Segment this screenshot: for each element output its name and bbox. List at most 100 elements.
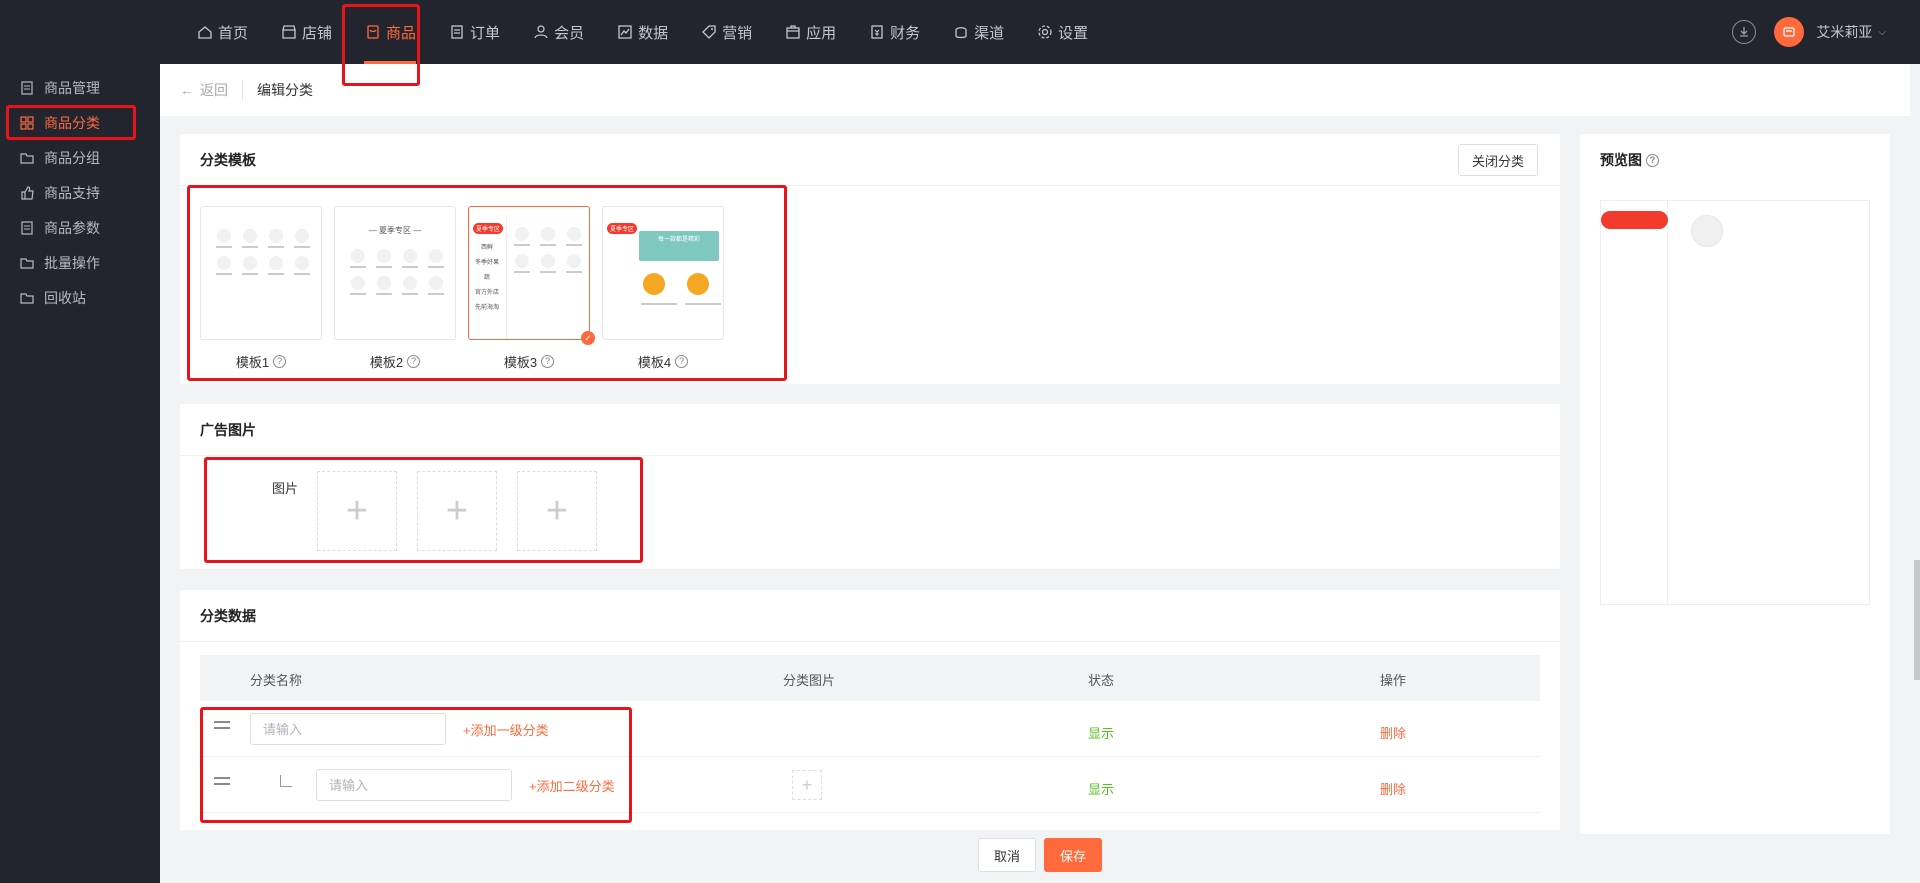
help-icon[interactable]: ? (675, 355, 689, 368)
page-scrollbar[interactable] (1914, 560, 1920, 680)
arrow-left-icon: ← (180, 82, 194, 98)
nav-item-label: 店铺 (302, 24, 333, 42)
category-name-input[interactable] (250, 713, 446, 745)
doc-icon (20, 80, 34, 95)
drag-handle-icon[interactable] (214, 777, 230, 789)
template-option-2[interactable]: — 夏季专区 — 模板2? (334, 206, 456, 371)
template-option-4[interactable]: 夏季专区 每一款都是精彩 模板4? (602, 206, 724, 371)
sidebar-item-label: 商品参数 (44, 219, 100, 236)
sidebar-item-label: 回收站 (44, 289, 86, 306)
thumb-tag: 夏季专区 (473, 223, 504, 234)
user-area: 艾米莉亚 ⌵ (1732, 0, 1886, 64)
chart-icon (616, 23, 634, 41)
preview-active-tab (1601, 211, 1668, 229)
column-header: 操作 (1380, 673, 1407, 688)
status-text[interactable]: 显示 (1088, 723, 1114, 742)
template-thumbnail[interactable]: 夏季专区 西鲜 冬季好果蔬 官方外店 先前海淘 ✓ (468, 206, 595, 345)
tag-icon (700, 23, 718, 41)
nav-item-5[interactable]: 数据 (600, 0, 684, 64)
help-icon[interactable]: ? (407, 355, 421, 368)
page-title: 编辑分类 (257, 82, 313, 98)
sidebar-item-label: 商品支持 (44, 184, 100, 201)
back-button[interactable]: ← 返回 (180, 80, 243, 100)
chevron-down-icon[interactable]: ⌵ (1878, 27, 1886, 38)
top-nav-bar: 首页 店铺 商品 订单 会员 数据 营销 应用 财务 渠道 设置 艾米莉亚 ⌵ (0, 0, 1920, 64)
download-icon[interactable] (1732, 20, 1757, 44)
delete-link[interactable]: 删除 (1380, 779, 1406, 798)
check-icon: ✓ (581, 331, 595, 345)
table-row: +添加二级分类 + 显示 删除 (200, 757, 1540, 813)
column-header: 分类图片 (783, 673, 836, 688)
order-icon (448, 23, 466, 41)
template-thumbnail[interactable]: 夏季专区 每一款都是精彩 (602, 206, 724, 340)
thumb-icon-grid (509, 227, 587, 273)
nav-item-7[interactable]: 应用 (768, 0, 852, 64)
nav-item-3[interactable]: 订单 (432, 0, 516, 64)
nav-item-10[interactable]: 设置 (1020, 0, 1104, 64)
sidebar-item-label: 商品分类 (44, 114, 100, 131)
sidebar-item-4[interactable]: 商品参数 (0, 210, 160, 245)
username[interactable]: 艾米莉亚 (1816, 22, 1872, 42)
sidebar-item-6[interactable]: 回收站 (0, 280, 160, 315)
upload-category-image-button[interactable]: + (792, 770, 822, 800)
breadcrumb: ← 返回 编辑分类 (160, 64, 1910, 116)
sidebar-item-3[interactable]: 商品支持 (0, 175, 160, 210)
avatar[interactable] (1774, 17, 1805, 47)
help-icon[interactable]: ? (273, 355, 287, 368)
grid-icon (20, 115, 34, 130)
cancel-button[interactable]: 取消 (978, 838, 1036, 872)
sidebar-item-2[interactable]: 商品分组 (0, 140, 160, 175)
template-thumbnail[interactable]: — 夏季专区 — (334, 206, 456, 340)
template-label: 模板2 (369, 355, 404, 370)
nav-item-label: 设置 (1058, 24, 1089, 42)
template-thumbnail[interactable] (200, 206, 322, 340)
help-icon[interactable]: ? (1646, 153, 1659, 167)
add-level2-category-link[interactable]: +添加二级分类 (529, 776, 615, 795)
status-text[interactable]: 显示 (1088, 779, 1114, 798)
template-option-1[interactable]: 模板1? (200, 206, 322, 371)
app-icon (784, 23, 802, 41)
template-option-3[interactable]: 夏季专区 西鲜 冬季好果蔬 官方外店 先前海淘 ✓ 模板3? (468, 206, 595, 371)
save-button[interactable]: 保存 (1044, 838, 1102, 872)
goods-icon (364, 23, 382, 41)
ad-upload-list: + + + (317, 471, 597, 551)
nav-item-label: 首页 (218, 24, 249, 42)
nav-item-label: 应用 (806, 24, 837, 42)
thumb-banner-image: 每一款都是精彩 (639, 231, 719, 261)
image-field-label: 图片 (272, 481, 299, 496)
sidebar-item-1[interactable]: 商品分类 (0, 105, 160, 140)
table-row: +添加一级分类 显示 删除 (200, 701, 1540, 757)
upload-image-button[interactable]: + (517, 471, 597, 551)
sidebar-item-label: 商品分组 (44, 149, 100, 166)
preview-placeholder-image (1691, 215, 1723, 247)
preview-title: 预览图 (1600, 152, 1642, 168)
help-icon[interactable]: ? (541, 355, 555, 368)
nav-item-4[interactable]: 会员 (516, 0, 600, 64)
upload-image-button[interactable]: + (417, 471, 497, 551)
drag-handle-icon[interactable] (214, 721, 230, 733)
sidebar-item-0[interactable]: 商品管理 (0, 70, 160, 105)
sidebar-item-5[interactable]: 批量操作 (0, 245, 160, 280)
back-label: 返回 (200, 82, 228, 98)
channel-icon (952, 23, 970, 41)
nav-item-label: 商品 (386, 24, 417, 42)
delete-link[interactable]: 删除 (1380, 723, 1406, 742)
preview-panel: 预览图 ? (1580, 134, 1890, 834)
nav-item-label: 营销 (722, 24, 753, 42)
nav-item-label: 订单 (470, 24, 501, 42)
nav-item-6[interactable]: 营销 (684, 0, 768, 64)
nav-item-9[interactable]: 渠道 (936, 0, 1020, 64)
store-icon (280, 23, 298, 41)
nav-item-0[interactable]: 首页 (180, 0, 264, 64)
template-list: 模板1? — 夏季专区 — 模板2? 夏季专区 西鲜 冬季好果蔬 官方外店 先前… (200, 206, 724, 371)
subcategory-name-input[interactable] (316, 769, 512, 801)
close-category-button[interactable]: 关闭分类 (1458, 144, 1538, 176)
add-level1-category-link[interactable]: +添加一级分类 (463, 720, 549, 739)
nav-item-8[interactable]: 财务 (852, 0, 936, 64)
template-section-title: 分类模板 (180, 134, 1560, 186)
upload-image-button[interactable]: + (317, 471, 397, 551)
nav-item-1[interactable]: 店铺 (264, 0, 348, 64)
thumb-icon-grid (345, 249, 449, 295)
nav-item-2[interactable]: 商品 (348, 0, 432, 64)
member-icon (532, 23, 550, 41)
